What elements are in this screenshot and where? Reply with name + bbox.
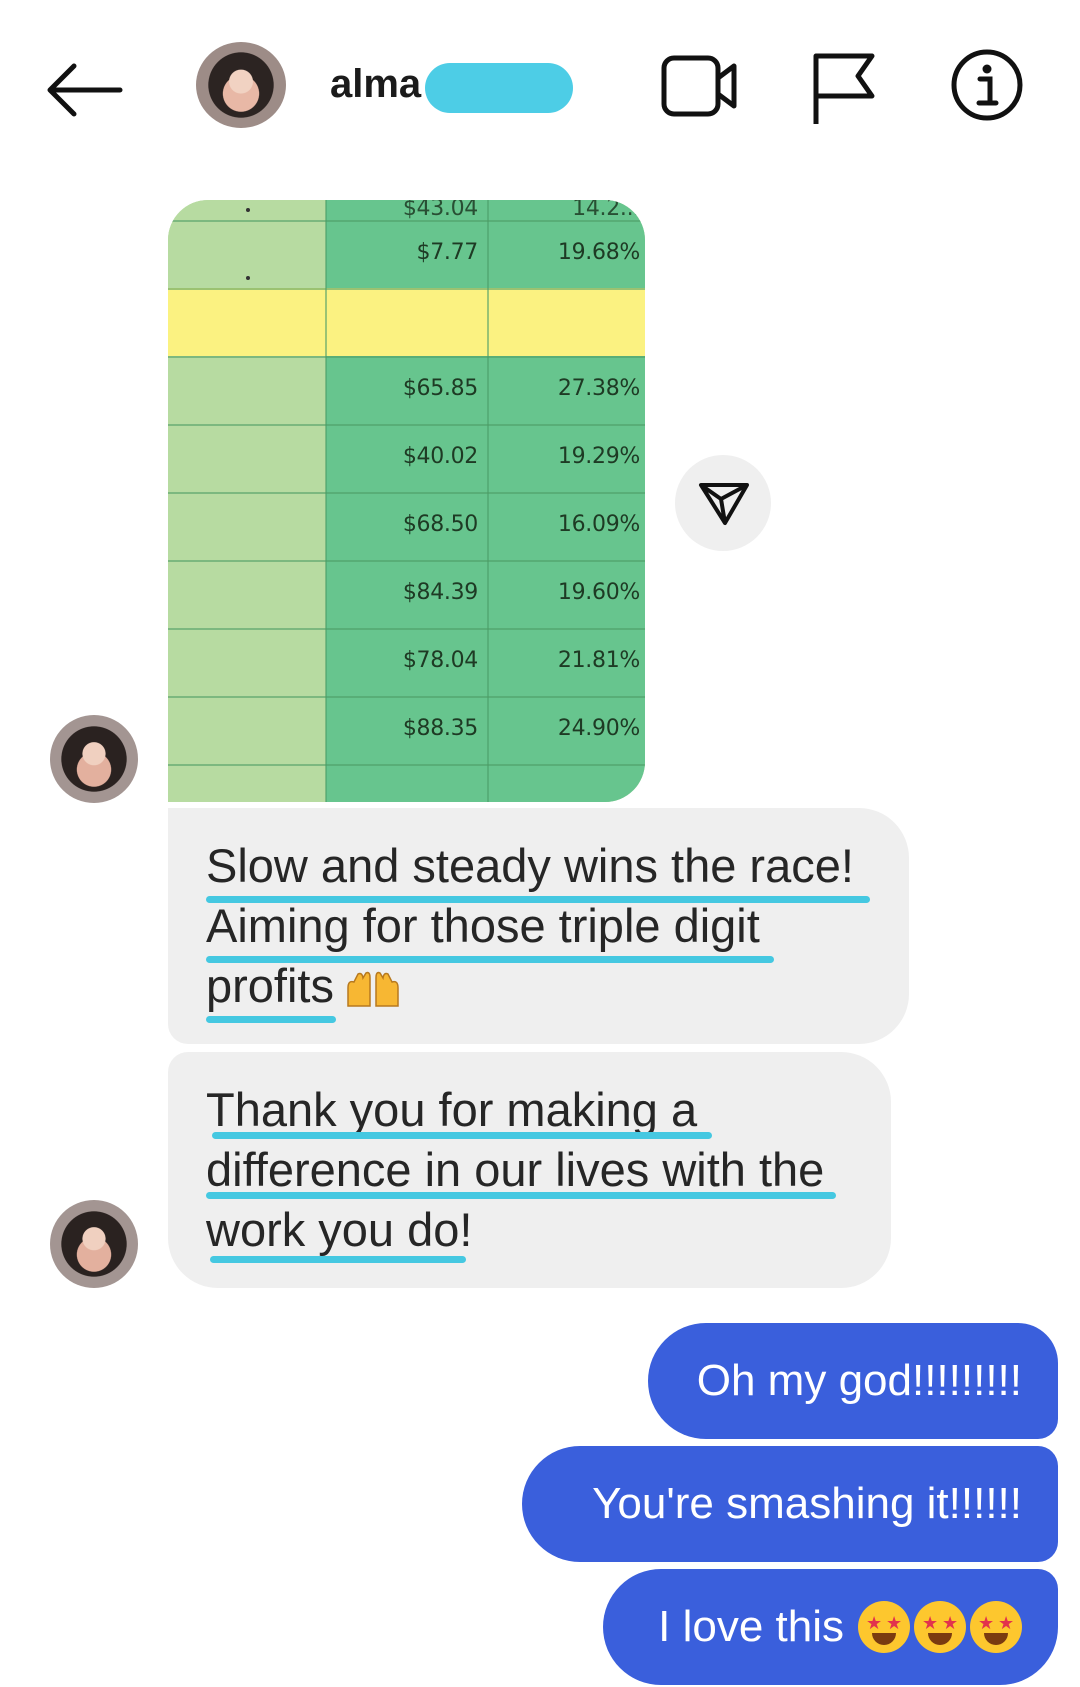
- sheet-highlight-row: [168, 288, 645, 356]
- sheet-cell-percent: 19.68%: [557, 240, 640, 265]
- sheet-gridline: [325, 200, 327, 802]
- message-text: Oh my god!!!!!!!!!: [696, 1356, 1022, 1405]
- sheet-cell-amount: $88.35: [402, 716, 478, 741]
- star-struck-face-icon: ★ ★: [858, 1601, 910, 1653]
- highlight-underline: [206, 956, 774, 963]
- sheet-cell-amount: $68.50: [402, 512, 478, 537]
- flag-icon: [813, 53, 875, 124]
- sheet-gridline: [168, 424, 645, 426]
- message-line: Slow and steady wins the race!: [206, 839, 854, 892]
- received-message[interactable]: Slow and steady wins the race! Aiming fo…: [168, 808, 909, 1044]
- highlight-underline: [206, 896, 870, 903]
- sheet-gridline: [168, 628, 645, 630]
- highlight-underline: [206, 1192, 836, 1199]
- contact-avatar[interactable]: [196, 42, 286, 128]
- sheet-cell-amount: $43.04: [402, 200, 478, 221]
- star-struck-face-icon: ★ ★: [914, 1601, 966, 1653]
- raising-hands-emoji: [347, 971, 399, 1007]
- star-struck-emoji: ★ ★ ★ ★ ★ ★: [858, 1601, 1022, 1653]
- sheet-cell-amount: $78.04: [402, 648, 478, 673]
- sheet-dot: [246, 208, 250, 212]
- sheet-cell-percent: 14.2...: [572, 200, 640, 221]
- star-struck-face-icon: ★ ★: [970, 1601, 1022, 1653]
- message-line: difference in our lives with the: [206, 1143, 825, 1196]
- highlight-underline: [210, 1256, 466, 1263]
- sent-message[interactable]: Oh my god!!!!!!!!!: [648, 1323, 1058, 1439]
- sheet-gridline: [168, 764, 645, 766]
- sheet-cell-percent: 19.60%: [557, 580, 640, 605]
- sent-message[interactable]: You're smashing it!!!!!!: [522, 1446, 1058, 1562]
- chat-header: alma: [0, 0, 1080, 180]
- sheet-cell-amount: $40.02: [402, 444, 478, 469]
- info-icon: [951, 49, 1023, 121]
- sheet-cell-percent: 19.29%: [557, 444, 640, 469]
- sheet-cell-percent: 27.38%: [557, 376, 640, 401]
- back-button[interactable]: [40, 55, 130, 125]
- shared-spreadsheet-image[interactable]: $43.04 14.2... $7.77 19.68% $65.85 27.38…: [168, 200, 645, 802]
- sheet-cell-amount: $84.39: [402, 580, 478, 605]
- sender-avatar[interactable]: [50, 715, 138, 803]
- highlight-underline: [212, 1132, 712, 1139]
- video-camera-icon: [661, 55, 737, 117]
- sheet-gridline: [168, 492, 645, 494]
- message-line: work you do!: [206, 1203, 473, 1256]
- sheet-cell-percent: 16.09%: [557, 512, 640, 537]
- message-text: You're smashing it!!!!!!: [592, 1479, 1022, 1528]
- share-button[interactable]: [675, 455, 771, 551]
- sheet-cell-amount: $7.77: [416, 240, 479, 265]
- message-text: I love this: [658, 1602, 844, 1651]
- sheet-gridline: [168, 696, 645, 698]
- arrow-left-icon: [47, 63, 123, 117]
- sheet-gridline: [487, 200, 489, 802]
- sender-avatar[interactable]: [50, 1200, 138, 1288]
- sheet-cell-amount: $65.85: [402, 376, 478, 401]
- sheet-gridline: [168, 356, 645, 358]
- send-paper-plane-icon: [699, 483, 749, 525]
- sheet-dot: [246, 276, 250, 280]
- sent-message[interactable]: I love this ★ ★ ★ ★ ★ ★: [603, 1569, 1058, 1685]
- message-line: profits: [206, 956, 873, 1016]
- video-call-button[interactable]: [660, 50, 740, 122]
- sheet-cell-percent: 21.81%: [557, 648, 640, 673]
- sheet-cell-percent: 24.90%: [557, 716, 640, 741]
- received-message[interactable]: Thank you for making a difference in our…: [168, 1052, 891, 1288]
- sheet-gridline: [168, 560, 645, 562]
- info-button[interactable]: [950, 48, 1024, 122]
- sheet-gridline: [168, 288, 645, 290]
- redaction-bar: [425, 63, 573, 113]
- message-line: Thank you for making a: [206, 1083, 698, 1136]
- message-line: Aiming for those triple digit: [206, 899, 760, 952]
- highlight-underline: [206, 1016, 336, 1023]
- report-button[interactable]: [810, 50, 880, 126]
- contact-name[interactable]: alma: [330, 62, 421, 107]
